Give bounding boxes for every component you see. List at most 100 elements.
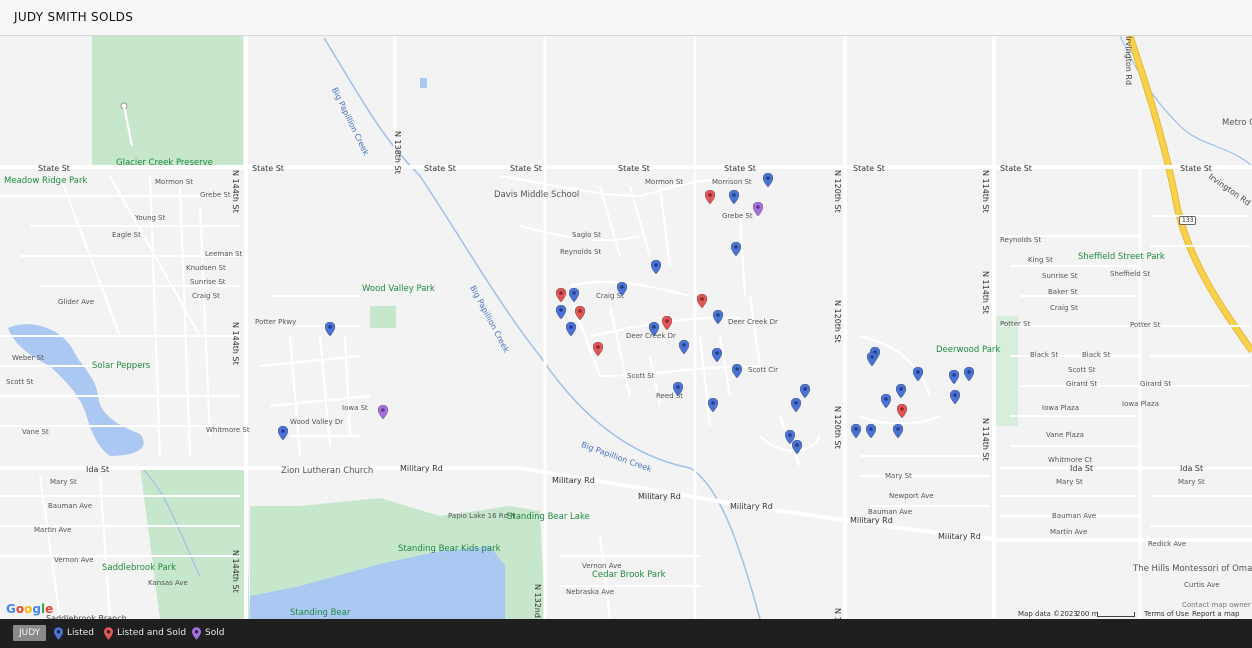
street-label: Wood Valley Dr (290, 418, 344, 426)
street-label: Saglo St (572, 231, 601, 239)
legend-listed[interactable]: Listed (54, 624, 94, 642)
street-label: Scott Cir (748, 366, 778, 374)
map-pin-listed-and-sold[interactable] (593, 342, 603, 356)
contact-owner-link[interactable]: Contact map owner (1182, 601, 1251, 609)
street-label: Leeman St (205, 250, 243, 258)
poi-label: Metro Comm Colle Appli (1222, 118, 1252, 128)
map-pin-listed[interactable] (731, 242, 741, 256)
street-label: Baker St (1048, 288, 1078, 296)
street-label: Glider Ave (58, 298, 94, 306)
legend-sold[interactable]: Sold (192, 624, 224, 642)
park-label: Cedar Brook Park (592, 570, 666, 580)
street-label: Kansas Ave (148, 579, 188, 587)
street-label: Military Rd (552, 476, 595, 485)
map-pin-listed-and-sold[interactable] (705, 190, 715, 204)
map-pin-listed[interactable] (732, 364, 742, 378)
map-pin-listed[interactable] (949, 370, 959, 384)
street-label: Black St (1030, 351, 1059, 359)
street-label: State St (1000, 164, 1032, 173)
street-label: Deer Creek Dr (728, 318, 778, 326)
map-pin-listed[interactable] (867, 352, 877, 366)
street-label: State St (724, 164, 756, 173)
map-data-attribution: Map data ©2023 (1018, 610, 1078, 618)
map-pin-listed[interactable] (673, 382, 683, 396)
map-pin-listed[interactable] (851, 424, 861, 438)
street-label: N 120th St (833, 170, 842, 213)
street-label: State St (853, 164, 885, 173)
street-label: Reynolds St (1000, 236, 1042, 244)
street-label: Craig St (192, 292, 220, 300)
map-pin-listed[interactable] (896, 384, 906, 398)
map-pin-listed[interactable] (713, 310, 723, 324)
street-label: Potter St (1130, 321, 1161, 329)
park-label: Glacier Creek Preserve (116, 158, 213, 168)
legend-bar: JUDY Listed Listed and Sold Sold (0, 619, 1252, 648)
map-pin-sold[interactable] (753, 202, 763, 216)
map-pin-listed[interactable] (556, 305, 566, 319)
street-label: Iowa Plaza (1122, 400, 1160, 408)
map-pin-listed[interactable] (708, 398, 718, 412)
street-label: Mormon St (645, 178, 684, 186)
map-pin-listed[interactable] (866, 424, 876, 438)
map-pin-listed[interactable] (763, 173, 773, 187)
legend-label: Listed and Sold (117, 628, 187, 638)
map-pin-listed-and-sold[interactable] (697, 294, 707, 308)
app-header: JUDY SMITH SOLDS (0, 0, 1252, 36)
map-pin-listed-and-sold[interactable] (556, 288, 566, 302)
street-label: Ida St (86, 465, 110, 474)
map-pin-listed[interactable] (913, 367, 923, 381)
map-pin-listed[interactable] (278, 426, 288, 440)
street-label: Scott St (6, 378, 34, 386)
report-error-link[interactable]: Report a map error (1192, 610, 1252, 619)
map-canvas[interactable]: State St State St State St State St State St… (0, 36, 1252, 619)
street-label: Weber St (12, 354, 44, 362)
street-label: Military Rd (730, 502, 773, 511)
street-label: State St (618, 164, 650, 173)
street-label: Young St (135, 214, 166, 222)
map-pin-sold[interactable] (378, 405, 388, 419)
park-label: Deerwood Park (936, 345, 1001, 355)
pin-icon (54, 626, 63, 640)
route-shield: 133 (1179, 216, 1197, 225)
map-pin-listed[interactable] (325, 322, 335, 336)
map-pin-listed[interactable] (800, 384, 810, 398)
map-pin-listed[interactable] (893, 424, 903, 438)
map-pin-listed[interactable] (791, 398, 801, 412)
park-label: Meadow Ridge Park (4, 176, 88, 186)
street-label: N 138th St (393, 131, 402, 174)
map-pin-listed-and-sold[interactable] (897, 404, 907, 418)
street-label: Potter Pkwy (255, 318, 297, 326)
legend-label: Sold (205, 628, 225, 638)
street-label: Sunrise St (190, 278, 226, 286)
map-pin-listed[interactable] (964, 367, 974, 381)
street-label: N 114th St (981, 170, 990, 213)
map-pin-listed[interactable] (950, 390, 960, 404)
park-label: Standing Bear (290, 608, 351, 618)
street-label: Bauman Ave (1052, 512, 1097, 520)
terms-link[interactable]: Terms of Use (1144, 610, 1189, 618)
map-pin-listed[interactable] (649, 322, 659, 336)
map-pin-listed[interactable] (617, 282, 627, 296)
street-label: Curtis Ave (1184, 581, 1220, 589)
google-logo: Google (6, 602, 54, 616)
street-label: Girard St (1140, 380, 1172, 388)
map-pin-listed[interactable] (712, 348, 722, 362)
map-pin-listed[interactable] (881, 394, 891, 408)
street-label: Sunrise St (1042, 272, 1078, 280)
map-pin-listed[interactable] (569, 288, 579, 302)
judy-button[interactable]: JUDY (13, 625, 47, 641)
map-pin-listed[interactable] (792, 440, 802, 454)
map-pin-listed[interactable] (729, 190, 739, 204)
map-pin-listed-and-sold[interactable] (575, 306, 585, 320)
map-pin-listed[interactable] (651, 260, 661, 274)
poi-label: Davis Middle School (494, 190, 580, 200)
map-pin-listed[interactable] (679, 340, 689, 354)
street-label: Vernon Ave (54, 556, 94, 564)
map-pin-listed[interactable] (566, 322, 576, 336)
legend-listed-and-sold[interactable]: Listed and Sold (104, 624, 186, 642)
street-label: Girard St (1066, 380, 1098, 388)
street-label: Whitmore St (206, 426, 250, 434)
map-pin-listed-and-sold[interactable] (662, 316, 672, 330)
road-label: Irvington Rd (1124, 36, 1133, 86)
street-label: Scott St (627, 372, 655, 380)
